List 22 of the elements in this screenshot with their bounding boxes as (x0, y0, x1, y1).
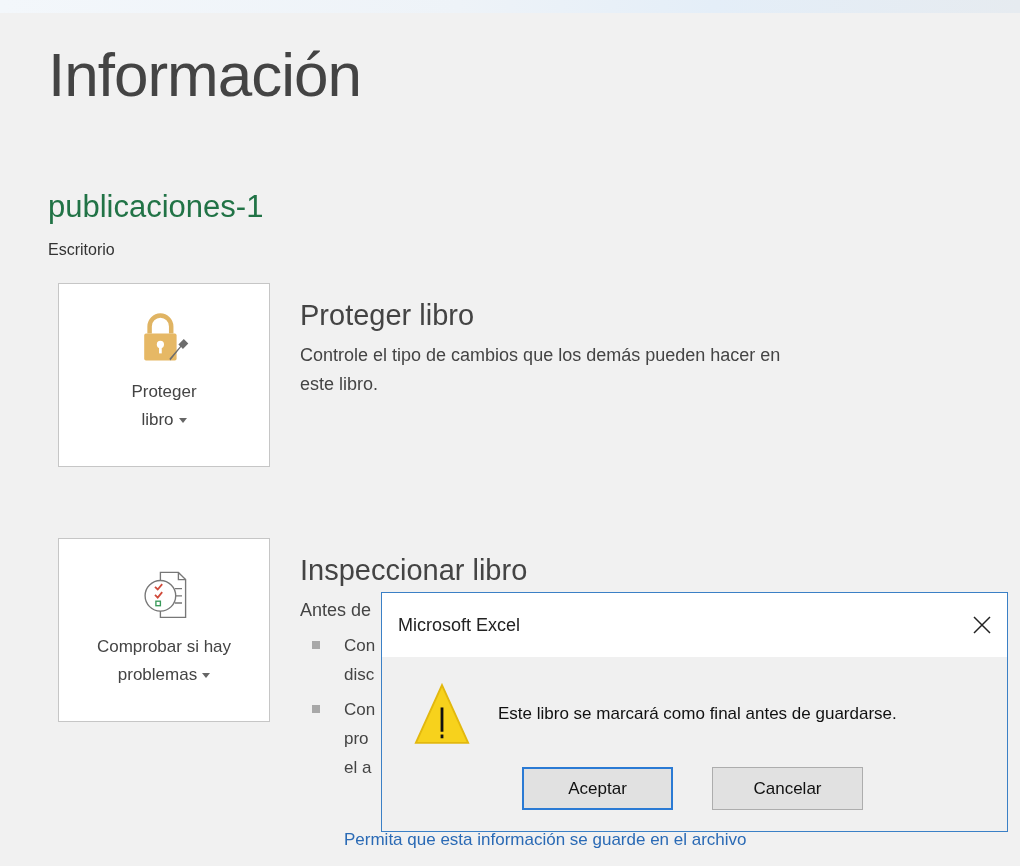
document-name: publicaciones-1 (48, 188, 265, 226)
warning-icon (414, 683, 470, 745)
caret-icon (178, 418, 187, 423)
caret-icon (202, 673, 211, 678)
dialog-message: Este libro se marcará como final antes de guardarse. (498, 704, 897, 724)
bullet-text: Con pro el a (344, 699, 376, 779)
section-heading: Inspeccionar libro (300, 553, 529, 588)
dialog-button[interactable]: Cancelar (712, 767, 863, 810)
action-button[interactable]: Comprobar si hay problemas (58, 538, 270, 722)
section-description: Antes de (300, 599, 372, 622)
bullet-icon (312, 641, 320, 649)
section-description: Controle el tipo de cambios que los demás pueden hacer en este libro. (300, 344, 782, 396)
save-info-link[interactable]: Permita que esta información se guarde en el archivo (344, 828, 747, 852)
dialog-button[interactable]: Aceptar (522, 767, 673, 810)
bullet-icon (312, 705, 320, 713)
document-location: Escritorio (48, 240, 116, 260)
close-icon[interactable] (973, 616, 991, 634)
page-title: Información (48, 39, 362, 111)
dialog-title: Microsoft Excel (398, 614, 521, 636)
section-heading: Proteger libro (300, 298, 476, 333)
bullet-text: Con disc (344, 635, 376, 686)
action-button[interactable]: Proteger libro (58, 283, 270, 467)
